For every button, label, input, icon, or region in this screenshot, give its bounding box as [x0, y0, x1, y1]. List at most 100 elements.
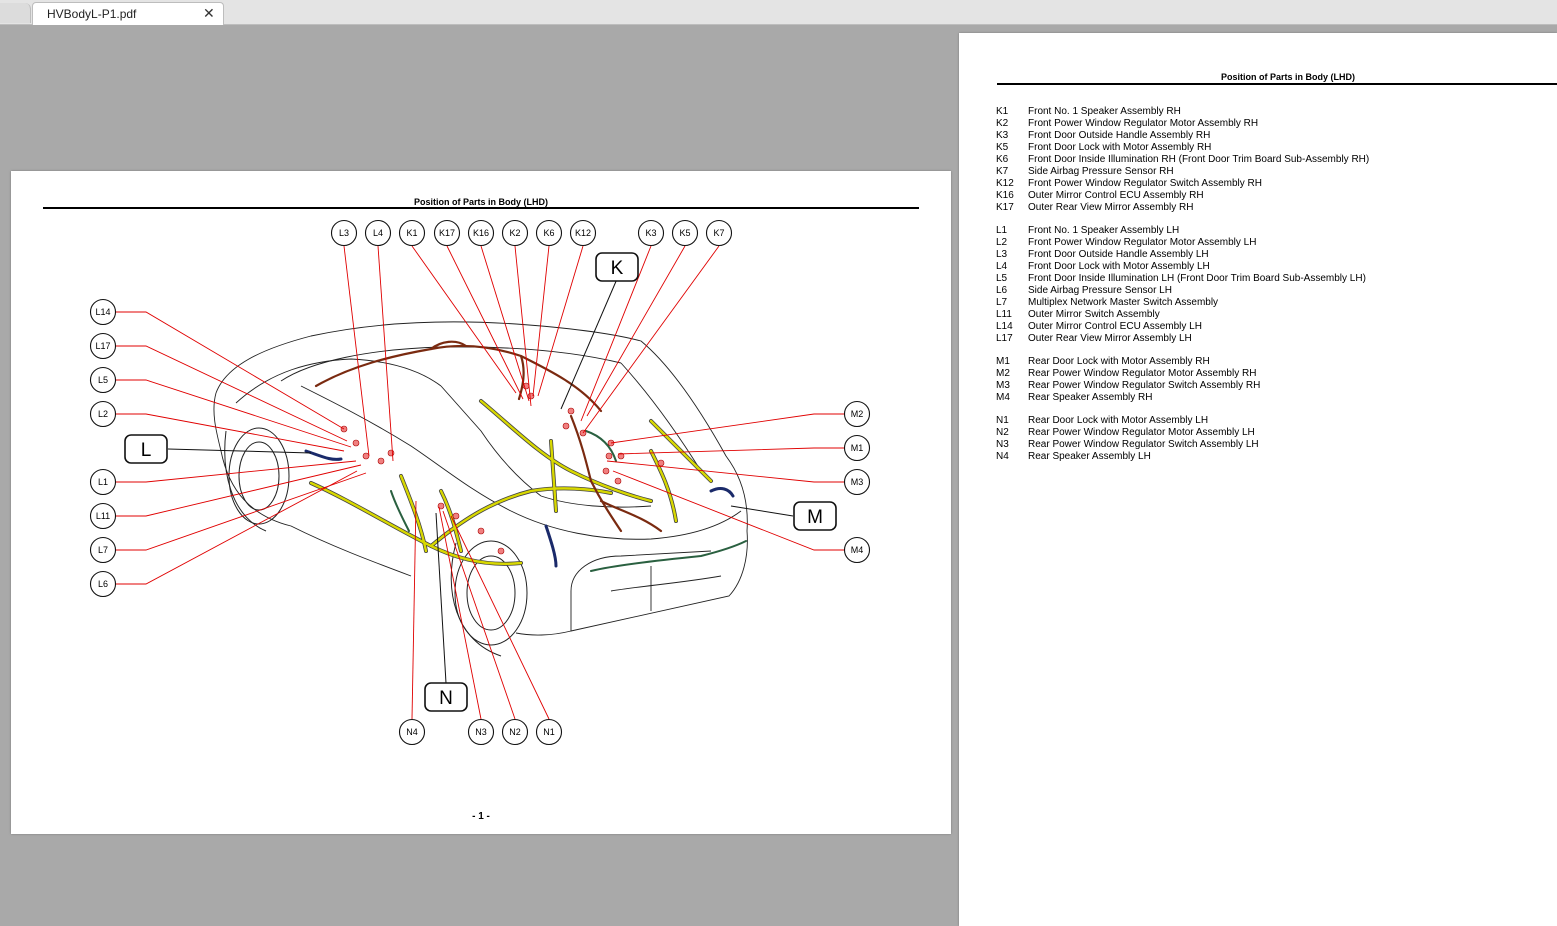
wire-harnesses — [304, 340, 747, 572]
legend-part-name: Outer Rear View Mirror Assembly LH — [1028, 333, 1192, 344]
legend-code: K5 — [996, 142, 1009, 153]
legend-row: L2 Front Power Window Regulator Motor Ass… — [996, 237, 1536, 249]
leader-line — [411, 245, 517, 394]
callout-label: N3 — [475, 727, 487, 737]
body-line — [215, 321, 748, 636]
callout-label: N2 — [509, 727, 521, 737]
document-tab[interactable]: HVBodyL-P1.pdf ✕ — [32, 2, 224, 25]
callout-label: L3 — [339, 228, 349, 238]
leader-line — [116, 311, 345, 430]
group-label: K — [611, 258, 624, 279]
legend-row: K7 Side Airbag Pressure Sensor RH — [996, 166, 1536, 178]
harness-brown — [314, 344, 603, 413]
legend-part-name: Rear Power Window Regulator Switch Assem… — [1028, 439, 1259, 450]
callout-label: N4 — [406, 727, 418, 737]
legend-row: K2 Front Power Window Regulator Motor Ass… — [996, 118, 1536, 130]
leader-line — [116, 460, 357, 483]
legend-part-name: Side Airbag Pressure Sensor RH — [1028, 166, 1174, 177]
leader-line — [532, 245, 550, 397]
legend-code: L5 — [996, 273, 1008, 284]
legend-row: N2 Rear Power Window Regulator Motor Asse… — [996, 427, 1536, 439]
connector-pin — [452, 512, 460, 520]
harness-navy — [709, 487, 735, 498]
leader-line — [116, 472, 367, 551]
callout-label: L6 — [98, 579, 108, 589]
legend-part-name: Front Power Window Regulator Motor Assem… — [1028, 237, 1257, 248]
leader-lines — [116, 245, 844, 720]
connector-pin — [567, 407, 575, 415]
leader-line — [446, 245, 524, 400]
legend-row: M3 Rear Power Window Regulator Switch Ass… — [996, 380, 1536, 392]
legend-code: K17 — [996, 202, 1014, 213]
legend-code: N3 — [996, 439, 1009, 450]
title-rule — [997, 83, 1557, 85]
legend-code: L6 — [996, 285, 1008, 296]
legend-group-k: K1 Front No. 1 Speaker Assembly RH K2 Front… — [996, 106, 1536, 214]
legend-row: L4 Front Door Lock with Motor Assembly LH — [996, 261, 1536, 273]
legend-part-name: Front Door Outside Handle Assembly RH — [1028, 130, 1211, 141]
legend-part-name: Front Door Inside Illumination RH (Front… — [1028, 154, 1370, 165]
legend-part-name: Front Door Lock with Motor Assembly LH — [1028, 261, 1210, 272]
legend-code: L4 — [996, 261, 1008, 272]
legend-code: M4 — [996, 392, 1010, 403]
pdf-page-1: Position of Parts in Body (LHD) L3 L4 K1 K1… — [11, 171, 951, 834]
callout-label: L7 — [98, 545, 108, 555]
callout-label: M3 — [851, 477, 864, 487]
legend-group-m: M1 Rear Door Lock with Motor Assembly RH M… — [996, 356, 1536, 404]
callout-label: K6 — [543, 228, 554, 238]
legend-part-name: Rear Door Lock with Motor Assembly LH — [1028, 415, 1209, 426]
connector-pin — [602, 467, 610, 475]
group-leader-line — [560, 278, 618, 410]
legend-part-name: Front Door Inside Illumination LH (Front… — [1028, 273, 1366, 284]
legend-code: K7 — [996, 166, 1009, 177]
legend-row: K5 Front Door Lock with Motor Assembly RH — [996, 142, 1536, 154]
connector-pin — [614, 477, 622, 485]
legend-part-name: Rear Power Window Regulator Motor Assemb… — [1028, 368, 1257, 379]
group-leader-line — [167, 448, 312, 454]
legend-code: M2 — [996, 368, 1010, 379]
callout-label: K2 — [509, 228, 520, 238]
legend-part-name: Front Power Window Regulator Motor Assem… — [1028, 118, 1259, 129]
previous-tab-stub[interactable] — [0, 3, 31, 23]
body-line — [280, 346, 622, 382]
connector-pin — [657, 459, 665, 467]
legend-group-l: L1 Front No. 1 Speaker Assembly LH L2 Front… — [996, 225, 1536, 345]
body-wiring-diagram: L3 L4 K1 K17 K16 K2 K6 K12 K3 K5 K7 L14 L17 L5 L2 L1 L11… — [89, 219, 871, 746]
callout-label: L5 — [98, 375, 108, 385]
pdf-page-2: Position of Parts in Body (LHD) K1 Front … — [959, 33, 1557, 926]
body-line — [620, 362, 702, 472]
legend-row: K1 Front No. 1 Speaker Assembly RH — [996, 106, 1536, 118]
harness-navy — [304, 449, 343, 461]
legend-part-name: Rear Speaker Assembly LH — [1028, 451, 1151, 462]
connector-pin — [352, 439, 360, 447]
tab-bar: HVBodyL-P1.pdf ✕ — [0, 0, 1557, 25]
group-label: L — [141, 440, 152, 461]
body-line — [235, 358, 442, 404]
callout-label: L11 — [96, 511, 110, 521]
legend-code: K12 — [996, 178, 1014, 189]
legend-row: M1 Rear Door Lock with Motor Assembly RH — [996, 356, 1536, 368]
legend-row: L17 Outer Rear View Mirror Assembly LH — [996, 333, 1536, 345]
legend-code: M3 — [996, 380, 1010, 391]
connector-pin — [362, 452, 370, 460]
legend-code: N1 — [996, 415, 1009, 426]
legend-row: K16 Outer Mirror Control ECU Assembly RH — [996, 190, 1536, 202]
legend-part-name: Front Power Window Regulator Switch Asse… — [1028, 178, 1262, 189]
tab-title: HVBodyL-P1.pdf — [47, 7, 137, 21]
legend-code: L3 — [996, 249, 1008, 260]
legend-part-name: Outer Rear View Mirror Assembly RH — [1028, 202, 1194, 213]
leader-line — [411, 500, 417, 720]
legend-row: L3 Front Door Outside Handle Assembly LH — [996, 249, 1536, 261]
connector-pin — [377, 457, 385, 465]
legend-row: K12 Front Power Window Regulator Switch A… — [996, 178, 1536, 190]
callout-label: M2 — [851, 409, 864, 419]
parts-legend: K1 Front No. 1 Speaker Assembly RH K2 Front… — [996, 106, 1536, 474]
legend-row: L14 Outer Mirror Control ECU Assembly LH — [996, 321, 1536, 333]
callout-label: N1 — [543, 727, 555, 737]
rear-wheel-rim — [466, 555, 516, 631]
callout-label: K3 — [645, 228, 656, 238]
leader-line — [343, 245, 370, 457]
legend-code: M1 — [996, 356, 1010, 367]
close-icon[interactable]: ✕ — [203, 5, 215, 22]
legend-code: L2 — [996, 237, 1008, 248]
